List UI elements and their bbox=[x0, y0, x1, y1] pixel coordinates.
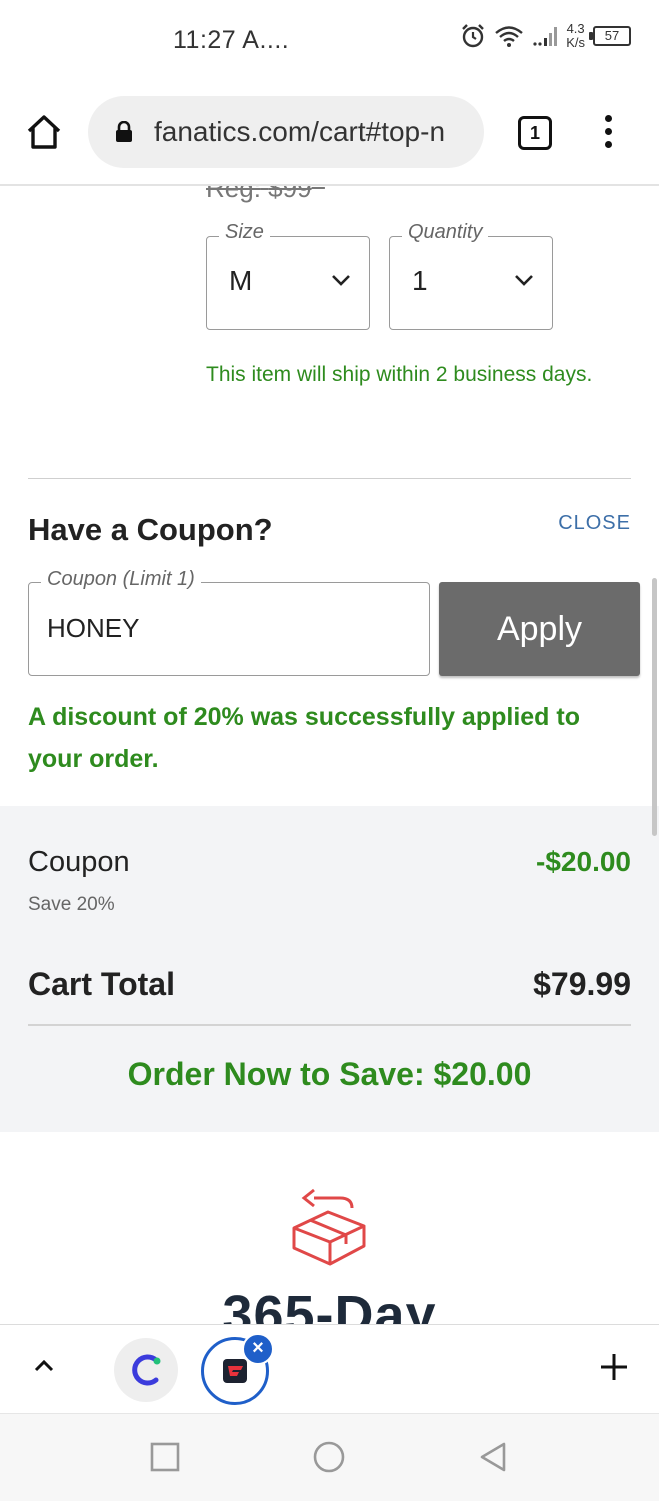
tab-thumbnail[interactable] bbox=[114, 1338, 178, 1402]
address-bar[interactable]: fanatics.com/cart#top-n bbox=[88, 96, 484, 168]
size-select[interactable]: Size M bbox=[206, 221, 370, 330]
more-vert-icon[interactable] bbox=[596, 112, 620, 152]
cart-content: Reg: $9999 Size M Quantity 1 This item w… bbox=[0, 186, 659, 1324]
tab-close-icon[interactable]: × bbox=[242, 1333, 274, 1365]
coupon-input[interactable]: Coupon (Limit 1) HONEY bbox=[28, 568, 430, 676]
summary-coupon-value: -$20.00 bbox=[536, 846, 631, 877]
chevron-down-icon bbox=[332, 275, 350, 286]
returns-heading: 365-Day bbox=[222, 1285, 437, 1324]
tabs-icon[interactable]: 1 bbox=[518, 116, 552, 150]
recents-icon[interactable] bbox=[148, 1440, 182, 1474]
lock-icon bbox=[116, 121, 132, 142]
chevron-up-icon[interactable] bbox=[30, 1355, 58, 1375]
back-icon[interactable] bbox=[476, 1440, 510, 1474]
order-summary: Coupon Save 20% -$20.00 Cart Total $79.9… bbox=[0, 806, 659, 1132]
system-nav-bar bbox=[0, 1413, 659, 1501]
net-speed-value: 4.3 bbox=[566, 21, 585, 36]
home-nav-icon[interactable] bbox=[312, 1440, 346, 1474]
coupon-field-value: HONEY bbox=[47, 613, 140, 643]
battery-icon: 57 bbox=[589, 26, 631, 46]
net-speed-unit: K/s bbox=[566, 35, 585, 50]
home-icon[interactable] bbox=[24, 112, 64, 152]
coupon-success-message: A discount of 20% was successfully appli… bbox=[28, 703, 580, 773]
browser-toolbar: fanatics.com/cart#top-n 1 bbox=[0, 84, 659, 186]
status-bar: 11:27 A.... 4.3 K/s 57 bbox=[0, 0, 659, 84]
quantity-select[interactable]: Quantity 1 bbox=[389, 221, 553, 330]
summary-divider bbox=[28, 1024, 631, 1026]
new-tab-icon[interactable] bbox=[598, 1351, 630, 1383]
size-label: Size bbox=[219, 221, 270, 244]
shipping-note: This item will ship within 2 business da… bbox=[206, 363, 593, 386]
summary-coupon-label: Coupon bbox=[28, 846, 130, 878]
status-icons: 4.3 K/s 57 bbox=[460, 22, 631, 50]
chevron-down-icon bbox=[515, 275, 533, 286]
net-speed: 4.3 K/s bbox=[566, 22, 585, 50]
scrollbar-thumb[interactable] bbox=[652, 578, 657, 836]
alarm-icon bbox=[462, 24, 485, 48]
url-text: fanatics.com/cart#top-n bbox=[154, 116, 446, 147]
reg-price-dollars: $99 bbox=[268, 186, 312, 203]
coupon-close-link[interactable]: CLOSE bbox=[558, 512, 631, 535]
summary-coupon-sub: Save 20% bbox=[28, 894, 115, 915]
section-divider bbox=[28, 478, 631, 479]
tab-strip: × bbox=[0, 1324, 659, 1413]
apply-coupon-button[interactable]: Apply bbox=[439, 582, 640, 676]
reg-price-label: Reg: bbox=[206, 186, 261, 203]
cart-total-label: Cart Total bbox=[28, 966, 175, 1002]
coupon-title: Have a Coupon? bbox=[28, 512, 273, 547]
coupon-field-label: Coupon (Limit 1) bbox=[41, 568, 201, 591]
quantity-label: Quantity bbox=[402, 221, 489, 244]
coupon-extension-icon bbox=[132, 1354, 161, 1386]
quantity-value: 1 bbox=[412, 265, 428, 296]
size-value: M bbox=[229, 265, 253, 296]
regular-price: Reg: $9999 bbox=[206, 186, 325, 204]
signal-icon bbox=[533, 27, 558, 46]
cart-total-value: $79.99 bbox=[533, 966, 631, 1002]
wifi-icon bbox=[495, 26, 523, 47]
savings-message: Order Now to Save: $20.00 bbox=[127, 1056, 532, 1092]
status-time: 11:27 A.... bbox=[173, 26, 290, 54]
return-box-icon bbox=[292, 1188, 366, 1266]
